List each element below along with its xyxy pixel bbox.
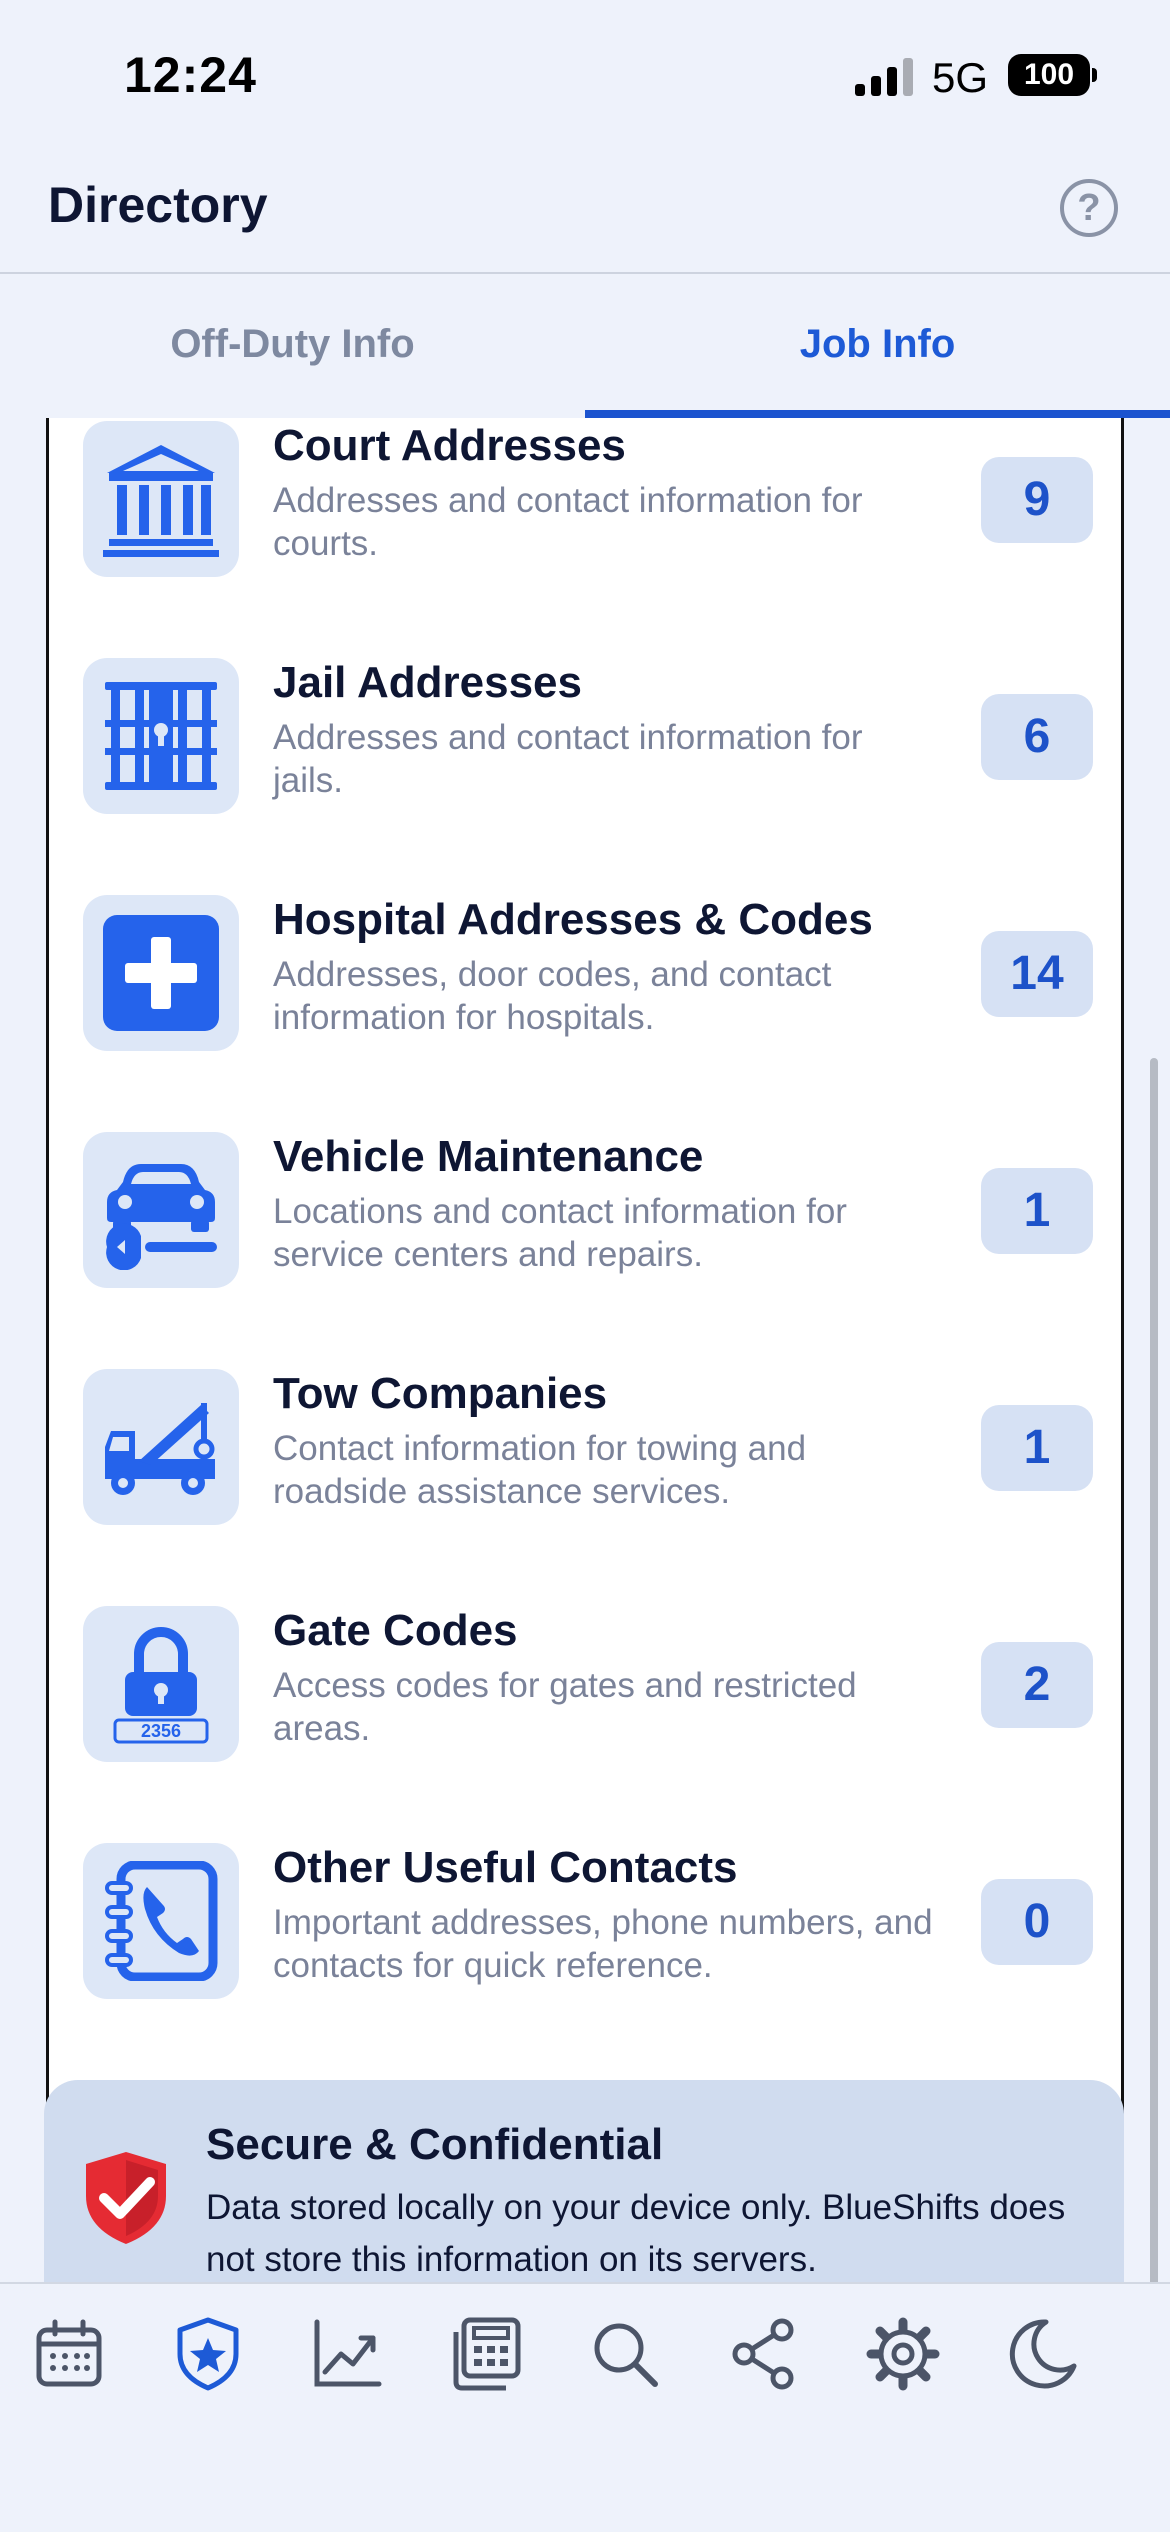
tow-truck-icon [83, 1369, 239, 1525]
phonebook-icon [83, 1843, 239, 1999]
category-title: Jail Addresses [273, 658, 582, 707]
nav-search-button[interactable] [585, 2314, 665, 2394]
moon-icon [1009, 2319, 1077, 2389]
battery-icon: 100 [1008, 54, 1090, 96]
category-row-other-useful-contacts[interactable]: Other Useful Contacts Important addresse… [83, 1843, 1103, 2079]
nav-settings-button[interactable] [863, 2314, 943, 2394]
secure-notice-card: Secure & Confidential Data stored locall… [44, 2080, 1124, 2282]
nav-share-button[interactable] [724, 2314, 804, 2394]
status-time: 12:24 [124, 47, 257, 103]
category-title: Court Addresses [273, 421, 626, 470]
badge-star-icon [177, 2317, 239, 2391]
page-title: Directory [48, 177, 268, 233]
count-badge: 6 [981, 694, 1093, 780]
calculator-icon [453, 2317, 521, 2391]
count-badge: 0 [981, 1879, 1093, 1965]
count-badge: 1 [981, 1405, 1093, 1491]
count-badge: 14 [981, 931, 1093, 1017]
question-circle-icon: ? [1077, 187, 1101, 229]
tab-job-info[interactable]: Job Info [585, 276, 1170, 418]
chart-line-icon [314, 2319, 382, 2387]
network-type: 5G [932, 54, 989, 101]
gate-code-text: 2356 [141, 1721, 181, 1741]
jail-bars-icon [83, 658, 239, 814]
tab-label: Off-Duty Info [170, 322, 415, 366]
category-title: Gate Codes [273, 1606, 518, 1655]
category-title: Tow Companies [273, 1369, 608, 1418]
nav-directory-button[interactable] [168, 2314, 248, 2394]
status-bar: 12:24 5G 100 [0, 0, 1170, 150]
tab-off-duty-info[interactable]: Off-Duty Info [0, 276, 585, 418]
hospital-cross-icon [83, 895, 239, 1051]
gear-icon [866, 2317, 940, 2391]
calendar-icon [36, 2319, 102, 2387]
category-description: Locations and contact information for se… [273, 1192, 847, 1274]
tab-bar: Off-Duty Info Job Info [0, 276, 1170, 418]
directory-content[interactable]: Court Addresses Addresses and contact in… [0, 418, 1170, 2282]
nav-dark-mode-button[interactable] [1002, 2314, 1082, 2394]
count-badge: 9 [981, 457, 1093, 543]
car-wrench-icon [83, 1132, 239, 1288]
search-icon [594, 2323, 658, 2387]
active-tab-indicator [585, 410, 1170, 418]
category-row-gate-codes[interactable]: 2356 Gate Codes Access codes for gates a… [83, 1606, 1103, 1842]
category-row-vehicle-maintenance[interactable]: Vehicle Maintenance Locations and contac… [83, 1132, 1103, 1368]
category-row-court-addresses[interactable]: Court Addresses Addresses and contact in… [83, 421, 1103, 657]
category-description: Important addresses, phone numbers, and … [273, 1903, 933, 1985]
category-row-jail-addresses[interactable]: Jail Addresses Addresses and contact inf… [83, 658, 1103, 894]
app-screen: 12:24 5G 100 Directory ? Off-Duty Info J… [0, 0, 1170, 2532]
category-row-tow-companies[interactable]: Tow Companies Contact information for to… [83, 1369, 1103, 1605]
secure-notice-title: Secure & Confidential [206, 2120, 664, 2169]
category-list-card: Court Addresses Addresses and contact in… [46, 418, 1124, 2282]
cellular-signal-icon [855, 58, 915, 96]
count-badge: 1 [981, 1168, 1093, 1254]
nav-calculator-button[interactable] [446, 2314, 526, 2394]
category-title: Hospital Addresses & Codes [273, 895, 873, 944]
header: Directory ? [0, 150, 1170, 274]
category-description: Addresses, door codes, and contact infor… [273, 955, 832, 1037]
category-description: Access codes for gates and restricted ar… [273, 1666, 857, 1748]
shield-check-icon [86, 2152, 166, 2244]
battery-nub [1092, 68, 1097, 82]
category-title: Other Useful Contacts [273, 1843, 738, 1892]
scrollbar[interactable] [1150, 1058, 1158, 2282]
bottom-nav [0, 2282, 1170, 2532]
nav-calendar-button[interactable] [29, 2314, 109, 2394]
category-title: Vehicle Maintenance [273, 1132, 704, 1181]
tab-label: Job Info [799, 322, 956, 366]
category-row-hospital-addresses[interactable]: Hospital Addresses & Codes Addresses, do… [83, 895, 1103, 1131]
nav-stats-button[interactable] [307, 2314, 387, 2394]
padlock-code-icon: 2356 [83, 1606, 239, 1762]
count-badge: 2 [981, 1642, 1093, 1728]
help-button[interactable]: ? [1060, 179, 1118, 237]
courthouse-icon [83, 421, 239, 577]
share-icon [732, 2318, 794, 2390]
category-description: Addresses and contact information for ja… [273, 718, 863, 800]
secure-notice-text: Data stored locally on your device only.… [206, 2188, 1066, 2279]
category-description: Contact information for towing and roads… [273, 1429, 807, 1511]
category-description: Addresses and contact information for co… [273, 481, 863, 563]
